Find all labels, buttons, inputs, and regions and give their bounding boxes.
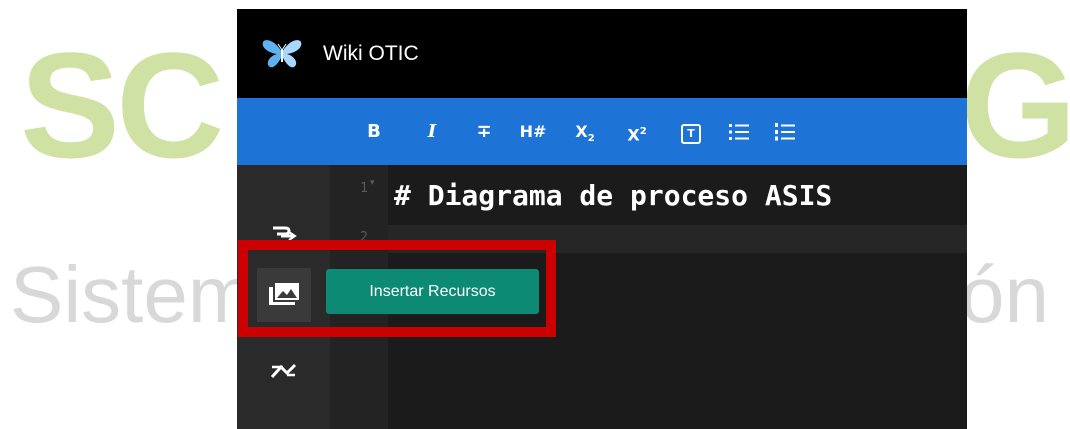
code-line: # Diagrama de proceso ASIS — [394, 179, 833, 212]
merge-icon[interactable] — [269, 357, 299, 383]
subscript-button[interactable]: X2 — [570, 112, 600, 152]
fold-arrow-icon[interactable]: ▾ — [370, 177, 375, 188]
superscript-button[interactable]: X2 — [622, 112, 652, 152]
strikethrough-button[interactable]: ∓ — [472, 112, 496, 152]
subscript-mark: 2 — [587, 132, 595, 144]
bullet-list-button[interactable] — [724, 112, 754, 152]
superscript-base: X — [627, 124, 640, 144]
superscript-mark: 2 — [639, 125, 647, 137]
line-number: 1 — [360, 181, 368, 196]
bold-button[interactable]: B — [362, 112, 386, 152]
formatting-toolbar: B I ∓ H# X2 X2 T — [237, 98, 967, 165]
bullet-list-icon — [729, 123, 749, 140]
highlight-annotation — [238, 240, 556, 337]
watermark-right: G — [960, 21, 1070, 189]
subscript-base: X — [575, 121, 588, 141]
numbered-list-button[interactable] — [770, 112, 800, 152]
app-header: Wiki OTIC — [237, 9, 967, 98]
heading-button[interactable]: H# — [518, 112, 548, 152]
watermark-left: SC — [20, 21, 224, 189]
app-title: Wiki OTIC — [323, 41, 419, 65]
blockquote-button[interactable]: T — [676, 112, 706, 152]
watermark-subtitle-right: ón — [960, 250, 1049, 339]
blockquote-icon: T — [681, 123, 701, 144]
watermark-subtitle-left: Sistem — [10, 250, 255, 339]
numbered-list-icon — [775, 122, 795, 140]
italic-button[interactable]: I — [422, 112, 442, 152]
editor-window: Wiki OTIC B I ∓ H# X2 X2 T 1 ▾ 2 # Diagr… — [237, 9, 967, 429]
butterfly-logo-icon — [262, 39, 302, 67]
